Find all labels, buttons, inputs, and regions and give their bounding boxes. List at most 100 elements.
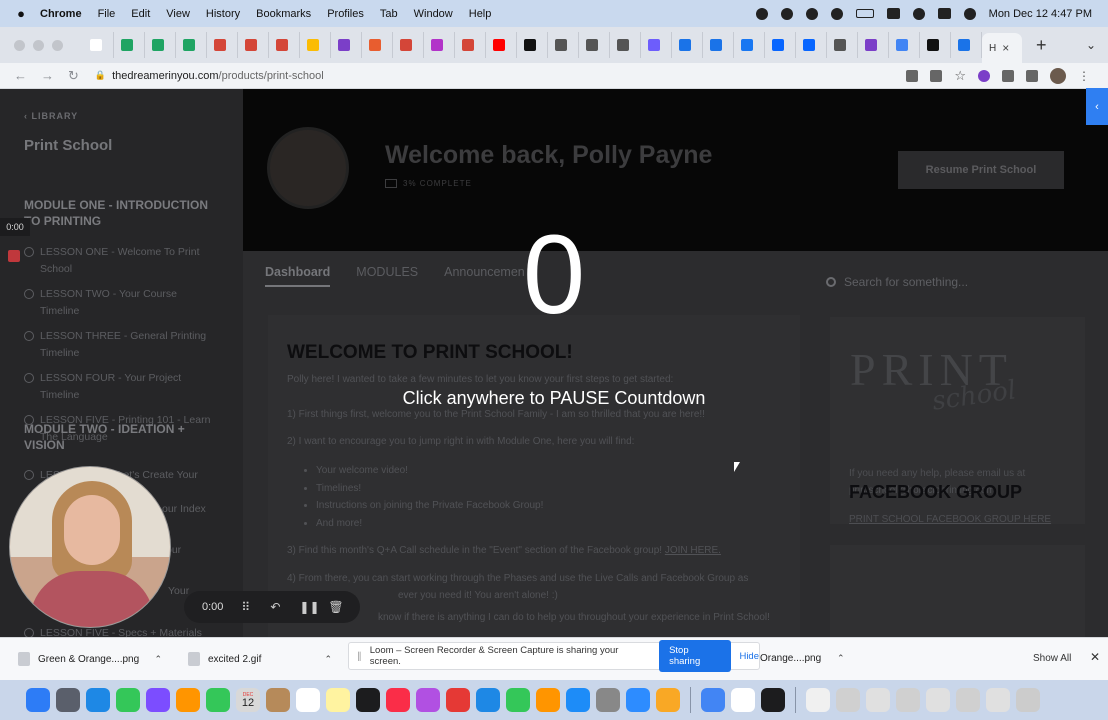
menu-file[interactable]: File xyxy=(98,8,116,20)
download-item[interactable]: Green & Orange....png ⌃ xyxy=(0,652,170,666)
browser-tab[interactable] xyxy=(300,32,331,58)
dock-app-icon[interactable] xyxy=(146,688,170,712)
close-window-button[interactable] xyxy=(14,39,25,51)
menu-chrome[interactable]: Chrome xyxy=(40,8,82,20)
chevron-up-icon[interactable]: ⌃ xyxy=(837,653,845,664)
battery-icon[interactable] xyxy=(855,9,874,18)
play-icon[interactable] xyxy=(830,7,843,20)
show-all-downloads-button[interactable]: Show All xyxy=(1033,653,1071,664)
browser-tab[interactable] xyxy=(796,32,827,58)
dock-app-icon[interactable] xyxy=(476,688,500,712)
share-icon[interactable] xyxy=(930,69,943,82)
dock-app-icon[interactable] xyxy=(761,688,785,712)
dock-app-icon[interactable] xyxy=(866,688,890,712)
dock-app-icon[interactable] xyxy=(266,688,290,712)
dock-app-icon[interactable] xyxy=(956,688,980,712)
browser-tab[interactable] xyxy=(424,32,455,58)
dock-app-icon[interactable] xyxy=(416,688,440,712)
more-menu-icon[interactable]: ⋮ xyxy=(1078,69,1090,83)
address-bar-url[interactable]: thedreamerinyou.com/products/print-schoo… xyxy=(112,70,324,82)
dock-app-icon[interactable] xyxy=(1016,688,1040,712)
browser-tab[interactable] xyxy=(672,32,703,58)
stop-sharing-button[interactable]: Stop sharing xyxy=(659,640,732,672)
dock-app-icon[interactable] xyxy=(986,688,1010,712)
control-center-icon[interactable] xyxy=(937,8,951,19)
facebook-group-link[interactable]: PRINT SCHOOL FACEBOOK GROUP HERE xyxy=(849,514,1051,525)
dock-app-icon[interactable] xyxy=(296,688,320,712)
browser-tab[interactable] xyxy=(548,32,579,58)
forward-button[interactable]: → xyxy=(41,68,54,83)
browser-tab[interactable] xyxy=(207,32,238,58)
webcam-bubble[interactable] xyxy=(9,466,171,628)
dock-app-icon[interactable] xyxy=(896,688,920,712)
apple-menu-icon[interactable]: ● xyxy=(10,6,32,21)
download-item[interactable]: excited 2.gif ⌃ xyxy=(170,652,340,666)
pause-icon[interactable]: ❚❚ xyxy=(299,601,319,613)
browser-tab[interactable] xyxy=(827,32,858,58)
wifi-icon[interactable] xyxy=(886,8,900,19)
chevron-up-icon[interactable]: ⌃ xyxy=(324,654,332,665)
menu-tab[interactable]: Tab xyxy=(380,8,398,20)
collapse-panel-tab[interactable]: ‹ xyxy=(1086,88,1108,125)
menu-window[interactable]: Window xyxy=(414,8,453,20)
close-tab-icon[interactable]: × xyxy=(1002,41,1009,55)
browser-tab[interactable] xyxy=(920,32,951,58)
new-tab-button[interactable]: + xyxy=(1036,35,1047,56)
dock-app-icon[interactable] xyxy=(626,688,650,712)
browser-tab[interactable] xyxy=(114,32,145,58)
loom-record-icon[interactable] xyxy=(780,7,793,20)
browser-tab[interactable] xyxy=(331,32,362,58)
extensions-puzzle-icon[interactable] xyxy=(1002,69,1014,82)
close-downloads-icon[interactable]: ✕ xyxy=(1090,650,1100,664)
join-facebook-link[interactable]: JOIN HERE. xyxy=(665,545,721,556)
library-back-link[interactable]: ‹ LIBRARY xyxy=(24,111,78,121)
microphone-icon[interactable] xyxy=(755,7,768,20)
menu-history[interactable]: History xyxy=(206,8,240,20)
browser-tab[interactable] xyxy=(610,32,641,58)
browser-tab[interactable] xyxy=(269,32,300,58)
camera-icon[interactable] xyxy=(906,69,919,82)
siri-icon[interactable] xyxy=(963,7,976,20)
dock-app-icon[interactable] xyxy=(356,688,380,712)
dock-app-icon[interactable] xyxy=(26,688,50,712)
browser-tab[interactable] xyxy=(393,32,424,58)
zoom-window-button[interactable] xyxy=(52,39,63,51)
resume-course-button[interactable]: Resume Print School xyxy=(898,151,1064,189)
browser-tab[interactable] xyxy=(951,32,982,58)
browser-tab[interactable] xyxy=(176,32,207,58)
browser-tab[interactable] xyxy=(238,32,269,58)
reload-button[interactable]: ↻ xyxy=(68,68,79,84)
dock-app-icon[interactable] xyxy=(116,688,140,712)
menu-help[interactable]: Help xyxy=(469,8,492,20)
hide-notice-button[interactable]: Hide xyxy=(739,651,759,662)
dock-app-icon[interactable] xyxy=(206,688,230,712)
stop-recording-icon[interactable] xyxy=(8,250,20,262)
browser-tab[interactable] xyxy=(641,32,672,58)
drag-handle-icon[interactable]: ∥ xyxy=(357,651,362,662)
delete-trash-icon[interactable]: 🗑 xyxy=(328,601,343,613)
pause-countdown-message[interactable]: Click anywhere to PAUSE Countdown xyxy=(0,388,1108,409)
undo-icon[interactable]: ↶ xyxy=(270,601,281,613)
menu-profiles[interactable]: Profiles xyxy=(327,8,364,20)
active-tab[interactable]: H × xyxy=(982,33,1022,63)
dock-app-icon[interactable] xyxy=(656,688,680,712)
bookmark-star-icon[interactable]: ☆ xyxy=(954,68,966,84)
menu-bar-clock[interactable]: Mon Dec 12 4:47 PM xyxy=(989,8,1092,20)
download-filename-partial[interactable]: Orange....png xyxy=(760,653,821,664)
spotlight-search-icon[interactable] xyxy=(912,7,925,20)
browser-tab[interactable] xyxy=(703,32,734,58)
drag-handle-icon[interactable]: ⠿ xyxy=(241,601,252,613)
profile-avatar[interactable] xyxy=(1050,67,1066,84)
menu-edit[interactable]: Edit xyxy=(131,8,150,20)
lock-icon[interactable]: 🔒 xyxy=(95,70,106,81)
dock-app-icon[interactable] xyxy=(596,688,620,712)
dock-app-icon[interactable] xyxy=(56,688,80,712)
dock-app-icon[interactable] xyxy=(701,688,725,712)
browser-tab[interactable] xyxy=(455,32,486,58)
dock-app-icon[interactable] xyxy=(386,688,410,712)
dock-app-icon[interactable] xyxy=(536,688,560,712)
dock-app-icon[interactable] xyxy=(326,688,350,712)
minimize-window-button[interactable] xyxy=(33,39,44,51)
browser-tab[interactable] xyxy=(889,32,920,58)
browser-tab[interactable] xyxy=(765,32,796,58)
